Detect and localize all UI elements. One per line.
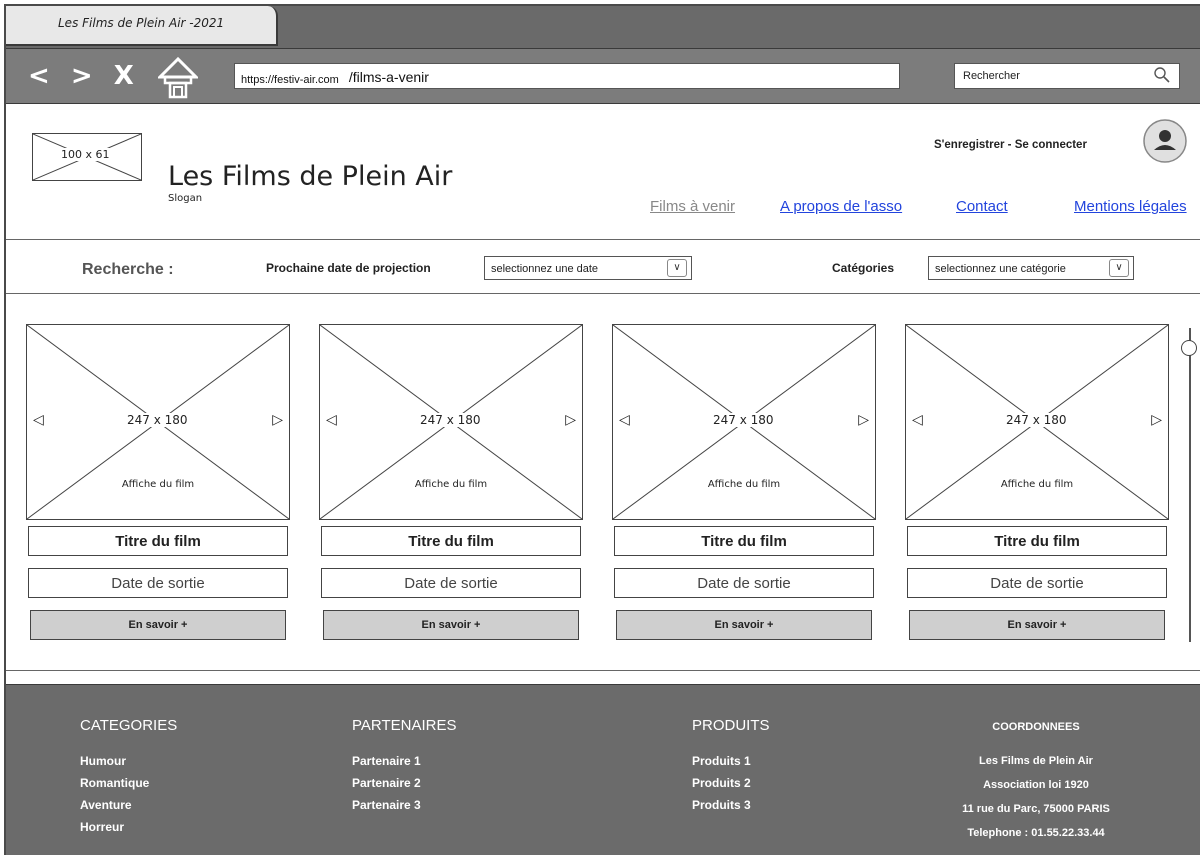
address-bar-row: < > X https://festiv-air.com/films-a-ven… xyxy=(6,48,1200,104)
poster-dimensions: 247 x 180 xyxy=(125,413,190,427)
vertical-scrollbar[interactable] xyxy=(1189,328,1191,642)
learn-more-button[interactable]: En savoir + xyxy=(30,610,286,640)
chevron-down-icon: ∨ xyxy=(667,259,687,277)
poster-caption: Affiche du film xyxy=(1000,479,1074,490)
footer-contact: COORDONNEES Les Films de Plein Air Assoc… xyxy=(926,721,1146,851)
footer-contact-heading: COORDONNEES xyxy=(992,721,1080,733)
film-card: ◁ 247 x 180 ▷ Affiche du film Titre du f… xyxy=(612,324,876,644)
film-card: ◁ 247 x 180 ▷ Affiche du film Titre du f… xyxy=(905,324,1169,644)
contact-line: Les Films de Plein Air xyxy=(979,755,1093,767)
footer-link[interactable]: Horreur xyxy=(80,820,177,834)
film-release-date: Date de sortie xyxy=(28,568,288,598)
nav-films-a-venir[interactable]: Films à venir xyxy=(650,198,735,215)
forward-button[interactable]: > xyxy=(71,61,95,91)
browser-window: Les Films de Plein Air -2021 < > X https… xyxy=(4,4,1200,855)
browser-search-input[interactable]: Rechercher xyxy=(954,63,1180,89)
footer-link[interactable]: Romantique xyxy=(80,776,177,790)
category-select-value: selectionnez une catégorie xyxy=(935,263,1066,275)
arrow-right-icon[interactable]: ▷ xyxy=(1151,411,1162,428)
scrollbar-thumb[interactable] xyxy=(1181,340,1197,356)
nav-buttons: < > X xyxy=(28,61,144,91)
home-icon[interactable] xyxy=(156,56,200,99)
tab-strip: Les Films de Plein Air -2021 xyxy=(6,6,1200,48)
nav-contact[interactable]: Contact xyxy=(956,198,1008,215)
date-filter-label: Prochaine date de projection xyxy=(266,261,431,275)
poster-caption: Affiche du film xyxy=(707,479,781,490)
footer-categories: CATEGORIES Humour Romantique Aventure Ho… xyxy=(80,717,177,842)
film-poster[interactable]: ◁ 247 x 180 ▷ Affiche du film xyxy=(905,324,1169,520)
learn-more-button[interactable]: En savoir + xyxy=(909,610,1165,640)
arrow-right-icon[interactable]: ▷ xyxy=(858,411,869,428)
learn-more-button[interactable]: En savoir + xyxy=(616,610,872,640)
footer-partners-heading: PARTENAIRES xyxy=(352,717,457,734)
arrow-right-icon[interactable]: ▷ xyxy=(565,411,576,428)
film-title: Titre du film xyxy=(321,526,581,556)
footer-products-heading: PRODUITS xyxy=(692,717,770,734)
footer-link[interactable]: Partenaire 1 xyxy=(352,754,456,768)
site-footer: CATEGORIES Humour Romantique Aventure Ho… xyxy=(6,684,1200,855)
footer-partners: PARTENAIRES Partenaire 1 Partenaire 2 Pa… xyxy=(352,717,456,820)
film-card: ◁ 247 x 180 ▷ Affiche du film Titre du f… xyxy=(26,324,290,644)
nav-a-propos[interactable]: A propos de l'asso xyxy=(780,198,902,215)
search-filters: Recherche : Prochaine date de projection… xyxy=(6,241,1200,294)
learn-more-button[interactable]: En savoir + xyxy=(323,610,579,640)
logo-placeholder: 100 x 61 xyxy=(32,133,142,181)
arrow-left-icon[interactable]: ◁ xyxy=(33,411,44,428)
film-poster[interactable]: ◁ 247 x 180 ▷ Affiche du film xyxy=(612,324,876,520)
date-select[interactable]: selectionnez une date ∨ xyxy=(484,256,692,280)
contact-line: 11 rue du Parc, 75000 PARIS xyxy=(962,803,1110,815)
url-field[interactable]: https://festiv-air.com/films-a-venir xyxy=(234,63,900,89)
browser-tab[interactable]: Les Films de Plein Air -2021 xyxy=(6,6,278,46)
footer-link[interactable]: Produits 2 xyxy=(692,776,770,790)
url-path: /films-a-venir xyxy=(348,69,429,85)
film-card: ◁ 247 x 180 ▷ Affiche du film Titre du f… xyxy=(319,324,583,644)
arrow-left-icon[interactable]: ◁ xyxy=(619,411,630,428)
arrow-left-icon[interactable]: ◁ xyxy=(912,411,923,428)
footer-link[interactable]: Produits 3 xyxy=(692,798,770,812)
contact-line: Association loi 1920 xyxy=(983,779,1089,791)
film-release-date: Date de sortie xyxy=(321,568,581,598)
search-label: Recherche : xyxy=(82,261,174,278)
content-divider xyxy=(6,670,1200,671)
nav-mentions-legales[interactable]: Mentions légales xyxy=(1074,198,1187,215)
back-button[interactable]: < xyxy=(28,61,52,91)
footer-link[interactable]: Produits 1 xyxy=(692,754,770,768)
poster-caption: Affiche du film xyxy=(121,479,195,490)
user-avatar-icon[interactable] xyxy=(1142,118,1188,169)
url-domain: https://festiv-air.com xyxy=(241,74,339,86)
film-title: Titre du film xyxy=(28,526,288,556)
date-select-value: selectionnez une date xyxy=(491,263,599,275)
footer-products: PRODUITS Produits 1 Produits 2 Produits … xyxy=(692,717,770,820)
chevron-down-icon: ∨ xyxy=(1109,259,1129,277)
slogan: Slogan xyxy=(168,193,203,204)
film-release-date: Date de sortie xyxy=(614,568,874,598)
poster-dimensions: 247 x 180 xyxy=(418,413,483,427)
site-header: 100 x 61 Les Films de Plein Air Slogan S… xyxy=(6,105,1200,240)
arrow-left-icon[interactable]: ◁ xyxy=(326,411,337,428)
footer-link[interactable]: Humour xyxy=(80,754,177,768)
footer-categories-heading: CATEGORIES xyxy=(80,717,178,734)
contact-line: Telephone : 01.55.22.33.44 xyxy=(967,827,1105,839)
film-title: Titre du film xyxy=(907,526,1167,556)
auth-links[interactable]: S'enregistrer - Se connecter xyxy=(934,139,1087,151)
site-title: Les Films de Plein Air xyxy=(168,161,453,192)
film-poster[interactable]: ◁ 247 x 180 ▷ Affiche du film xyxy=(319,324,583,520)
category-select[interactable]: selectionnez une catégorie ∨ xyxy=(928,256,1134,280)
arrow-right-icon[interactable]: ▷ xyxy=(272,411,283,428)
category-filter-label: Catégories xyxy=(832,261,895,275)
footer-link[interactable]: Partenaire 2 xyxy=(352,776,456,790)
poster-dimensions: 247 x 180 xyxy=(711,413,776,427)
poster-caption: Affiche du film xyxy=(414,479,488,490)
film-release-date: Date de sortie xyxy=(907,568,1167,598)
logo-dimensions: 100 x 61 xyxy=(59,148,112,161)
poster-dimensions: 247 x 180 xyxy=(1004,413,1069,427)
search-icon xyxy=(1154,67,1170,83)
footer-link[interactable]: Partenaire 3 xyxy=(352,798,456,812)
film-title: Titre du film xyxy=(614,526,874,556)
film-poster[interactable]: ◁ 247 x 180 ▷ Affiche du film xyxy=(26,324,290,520)
close-button[interactable]: X xyxy=(114,61,136,91)
search-placeholder: Rechercher xyxy=(963,70,1020,82)
footer-link[interactable]: Aventure xyxy=(80,798,177,812)
